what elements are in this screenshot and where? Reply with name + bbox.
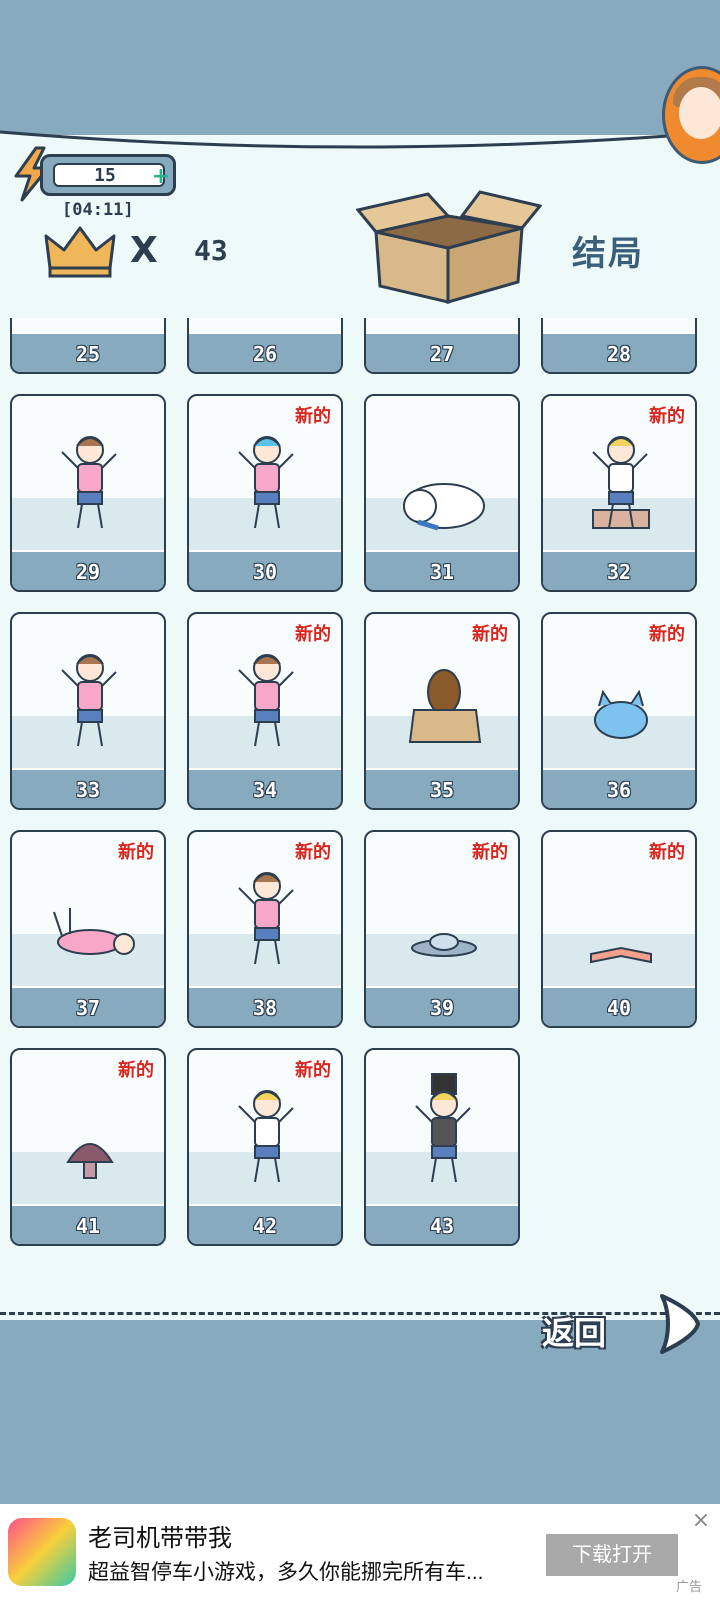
bottom-divider <box>0 1312 720 1320</box>
ending-card[interactable]: 42 新的 <box>187 1048 343 1246</box>
ad-app-icon[interactable] <box>8 1518 76 1586</box>
gentleman-top-hat-illustration <box>415 1073 471 1183</box>
card-number: 35 <box>429 778 455 802</box>
ending-card[interactable]: 37 新的 <box>10 830 166 1028</box>
new-badge: 新的 <box>118 842 154 863</box>
card-number: 38 <box>252 996 278 1020</box>
energy-inner: 15 + <box>53 163 170 188</box>
ending-card[interactable]: 33 <box>10 612 166 810</box>
ending-card[interactable]: 41 新的 <box>10 1048 166 1246</box>
ending-label[interactable]: 结局 <box>572 226 644 275</box>
book-illustration <box>590 946 652 964</box>
ending-card-partial[interactable]: 28 <box>541 318 697 374</box>
girl-jumping-blue-hair-illustration <box>238 436 294 529</box>
new-badge: 新的 <box>295 406 331 427</box>
new-badge: 新的 <box>649 624 685 645</box>
polar-bear-illustration <box>403 483 485 531</box>
card-number: 28 <box>606 342 632 366</box>
new-badge: 新的 <box>649 842 685 863</box>
card-number: 29 <box>75 560 101 584</box>
new-badge: 新的 <box>295 842 331 863</box>
new-badge: 新的 <box>472 842 508 863</box>
girl-jumping-illustration <box>61 436 117 529</box>
girl-jumping-illustration <box>61 654 117 747</box>
new-badge: 新的 <box>472 624 508 645</box>
card-number: 30 <box>252 560 278 584</box>
ending-card[interactable]: 36 新的 <box>541 612 697 810</box>
card-number: 33 <box>75 778 101 802</box>
card-number: 31 <box>429 560 455 584</box>
ending-card[interactable]: 35 新的 <box>364 612 520 810</box>
card-number: 32 <box>606 560 632 584</box>
girl-standing-illustration <box>238 654 294 747</box>
ending-grid: 25 26 27 28 29 30 新的 31 32 新的 33 34 新的 35 新的 36 新的 37 新的 38… <box>0 318 720 1278</box>
card-number: 25 <box>75 342 101 366</box>
mushroom-illustration <box>66 1143 114 1179</box>
back-button-label[interactable]: 返回 <box>542 1308 606 1354</box>
back-arrow-icon[interactable] <box>654 1292 704 1356</box>
plus-icon[interactable]: + <box>151 166 171 188</box>
new-badge: 新的 <box>295 624 331 645</box>
ending-card[interactable]: 38 新的 <box>187 830 343 1028</box>
ending-card[interactable]: 29 <box>10 394 166 592</box>
ending-card-partial[interactable]: 27 <box>364 318 520 374</box>
new-badge: 新的 <box>295 1060 331 1081</box>
ending-card[interactable]: 31 <box>364 394 520 592</box>
card-number: 36 <box>606 778 632 802</box>
girl-jumping-illustration <box>238 872 294 965</box>
card-number: 41 <box>75 1214 101 1238</box>
card-number: 27 <box>429 342 455 366</box>
ending-card-partial[interactable]: 26 <box>187 318 343 374</box>
blue-cat-illustration <box>594 689 648 739</box>
avatar-face <box>679 87 720 139</box>
ad-tag: 广告 <box>676 1579 703 1594</box>
ending-card[interactable]: 34 新的 <box>187 612 343 810</box>
ending-card-partial[interactable]: 25 <box>10 318 166 374</box>
card-number: 34 <box>252 778 278 802</box>
ad-banner[interactable]: 老司机带带我 超益智停车小游戏，多久你能挪完所有车... 下载打开 × <box>0 1504 720 1600</box>
ad-title[interactable]: 老司机带带我 <box>88 1518 232 1553</box>
energy-timer: [04:11] <box>62 200 134 220</box>
energy-bar: 15 + <box>40 154 176 196</box>
new-badge: 新的 <box>118 1060 154 1081</box>
new-badge: 新的 <box>649 406 685 427</box>
doctor-illustration <box>238 1090 294 1183</box>
card-number: 37 <box>75 996 101 1020</box>
close-icon[interactable]: × <box>690 1510 712 1532</box>
card-number: 40 <box>606 996 632 1020</box>
collected-count: 43 <box>194 234 228 267</box>
girl-falling-illustration <box>53 908 135 955</box>
card-number: 42 <box>252 1214 278 1238</box>
energy-value: 15 <box>94 165 116 186</box>
ending-card[interactable]: 32 新的 <box>541 394 697 592</box>
ufo-illustration <box>411 933 477 957</box>
box-icon[interactable] <box>356 186 542 306</box>
ad-download-button[interactable]: 下载打开 <box>546 1534 678 1576</box>
card-number: 43 <box>429 1214 455 1238</box>
card-number: 39 <box>429 996 455 1020</box>
dog-in-box-illustration <box>408 669 482 743</box>
ad-description[interactable]: 超益智停车小游戏，多久你能挪完所有车... <box>88 1556 538 1586</box>
crown-icon <box>44 226 116 278</box>
multiply-sign: X <box>130 230 158 271</box>
boy-in-litter-box-illustration <box>592 436 650 529</box>
card-number: 26 <box>252 342 278 366</box>
ending-card[interactable]: 40 新的 <box>541 830 697 1028</box>
ending-card[interactable]: 30 新的 <box>187 394 343 592</box>
ending-card[interactable]: 39 新的 <box>364 830 520 1028</box>
ending-card[interactable]: 43 <box>364 1048 520 1246</box>
